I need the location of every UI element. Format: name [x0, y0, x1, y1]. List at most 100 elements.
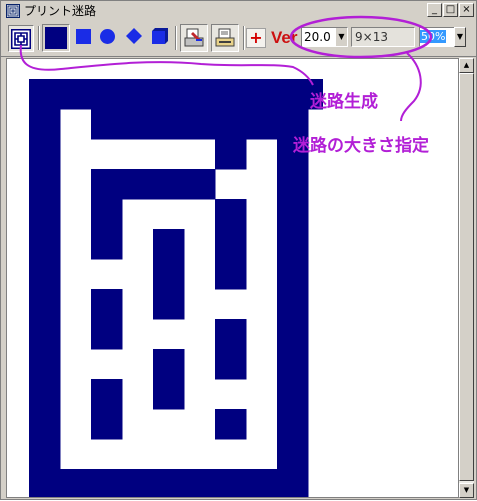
maze-wall: [91, 199, 123, 230]
maze-wall: [215, 409, 247, 440]
generate-maze-button[interactable]: [8, 25, 34, 52]
maze-wall: [29, 199, 61, 230]
chevron-down-icon: ▼: [456, 32, 464, 41]
cell-size-dropdown[interactable]: 20.0 ▼: [301, 27, 348, 47]
scroll-down-button[interactable]: ▼: [459, 483, 474, 498]
plus-icon: +: [249, 28, 263, 47]
maze-wall: [122, 169, 154, 200]
maze-canvas: [7, 59, 323, 497]
maze-wall: [29, 319, 61, 350]
shape-circle-button[interactable]: [96, 25, 120, 49]
annotation-size-label: 迷路の大きさ指定: [293, 136, 429, 156]
title-bar[interactable]: プリント迷路 _ □ ×: [1, 1, 476, 23]
maze-wall: [246, 469, 278, 497]
maze-wall: [215, 79, 247, 110]
close-button[interactable]: ×: [459, 3, 474, 17]
maze-wall: [29, 439, 61, 470]
toolbar-separator: [243, 26, 245, 50]
maze-wall: [29, 409, 61, 440]
maze-wall: [184, 469, 216, 497]
maze-wall: [153, 169, 185, 200]
chevron-down-icon: ▼: [335, 28, 347, 46]
version-label: Ver: [271, 28, 298, 47]
maze-view[interactable]: [6, 58, 459, 498]
maze-wall: [215, 199, 247, 230]
maze-wall: [122, 469, 154, 497]
maze-wall: [29, 289, 61, 320]
maze-wall: [277, 199, 309, 230]
maze-wall: [29, 349, 61, 380]
annotation-generate-label: 迷路生成: [310, 92, 378, 112]
maze-wall: [215, 109, 247, 140]
maze-wall: [122, 79, 154, 110]
maze-wall: [277, 349, 309, 380]
color-swatch: [45, 27, 67, 49]
cell-size-value: 20.0: [304, 30, 331, 44]
maze-wall: [91, 379, 123, 410]
vertical-scrollbar[interactable]: ▲ ▼: [459, 58, 474, 498]
add-button[interactable]: +: [246, 28, 266, 48]
maze-wall: [91, 409, 123, 440]
maze-wall: [277, 469, 309, 497]
maze-wall: [122, 109, 154, 140]
maze-drawing: [29, 79, 323, 497]
maze-wall: [215, 259, 247, 290]
maze-wall: [91, 289, 123, 320]
cube-icon: [151, 28, 169, 50]
print-preview-icon: [215, 28, 235, 52]
maze-wall: [277, 439, 309, 470]
scroll-up-button[interactable]: ▲: [459, 58, 474, 73]
application-window: プリント迷路 _ □ × + Ver 20.0 ▼ 9×13 50% ▼ ▲ ▼…: [0, 0, 477, 500]
maze-wall: [91, 469, 123, 497]
fill-color-button[interactable]: [42, 24, 70, 52]
maze-wall: [91, 109, 123, 140]
maze-wall: [60, 469, 92, 497]
maze-wall: [153, 109, 185, 140]
maze-wall: [215, 349, 247, 380]
maze-wall: [91, 319, 123, 350]
maze-wall: [60, 79, 92, 110]
maze-wall: [215, 229, 247, 260]
maze-wall: [153, 469, 185, 497]
maze-wall: [277, 259, 309, 290]
maze-wall: [153, 79, 185, 110]
maze-wall: [153, 259, 185, 290]
maze-wall: [29, 229, 61, 260]
print-preview-button[interactable]: [211, 24, 239, 52]
maze-size-field[interactable]: 9×13: [351, 27, 415, 47]
toolbar-separator: [38, 26, 40, 50]
maze-wall: [277, 319, 309, 350]
maze-app-icon: [6, 4, 20, 18]
version-button[interactable]: Ver: [271, 28, 297, 48]
shape-square-button[interactable]: [72, 25, 96, 49]
toolbar-separator: [175, 26, 177, 50]
maze-wall: [29, 469, 61, 497]
maze-wall: [91, 229, 123, 260]
maze-wall: [29, 259, 61, 290]
maze-wall: [153, 349, 185, 380]
print-edit-button[interactable]: [180, 24, 208, 52]
maze-wall: [29, 169, 61, 200]
scroll-thumb[interactable]: [459, 73, 474, 481]
shape-cube-button[interactable]: [148, 25, 172, 49]
maze-wall: [29, 109, 61, 140]
minimize-button[interactable]: _: [427, 3, 442, 17]
shape-diamond-button[interactable]: [122, 25, 146, 49]
maze-icon: [10, 28, 32, 53]
zoom-dropdown-arrow[interactable]: ▼: [454, 27, 466, 47]
circle-icon: [100, 29, 115, 44]
maze-wall: [29, 139, 61, 170]
maze-wall: [29, 79, 61, 110]
maze-wall: [277, 229, 309, 260]
maximize-button[interactable]: □: [443, 3, 458, 17]
maze-wall: [215, 469, 247, 497]
maze-wall: [277, 79, 309, 110]
window-title: プリント迷路: [24, 4, 97, 18]
maze-size-value: 9×13: [355, 30, 388, 44]
square-icon: [76, 29, 91, 44]
maze-wall: [153, 379, 185, 410]
print-edit-icon: [184, 28, 204, 52]
maze-wall: [91, 169, 123, 200]
maze-wall: [29, 379, 61, 410]
maze-wall: [153, 229, 185, 260]
